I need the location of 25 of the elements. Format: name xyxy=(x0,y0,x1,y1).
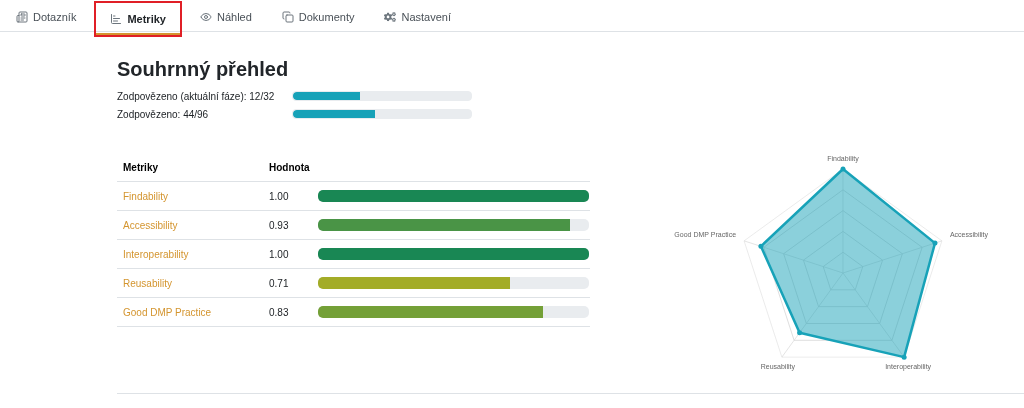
radar-point xyxy=(901,354,907,360)
metric-value: 0.83 xyxy=(269,306,289,318)
radar-point xyxy=(932,240,938,246)
metric-value: 1.00 xyxy=(269,190,289,202)
page-title: Souhrnný přehled xyxy=(117,58,289,81)
tab[interactable]: Metriky xyxy=(94,1,182,37)
tab[interactable]: Dotazník xyxy=(4,0,89,33)
copy-icon xyxy=(281,10,294,23)
metric-value: 0.93 xyxy=(269,219,289,231)
progress-label: Zodpovězeno (aktuální fáze): 12/32 xyxy=(117,90,276,102)
tab[interactable]: Dokumenty xyxy=(269,0,367,33)
eye-icon xyxy=(199,10,212,23)
newspaper-icon xyxy=(16,10,28,23)
metric-value: 1.00 xyxy=(269,248,289,260)
radar-point xyxy=(758,243,764,249)
column-header: Metriky xyxy=(123,161,159,173)
tab[interactable]: Nastavení xyxy=(372,0,463,33)
column-header: Hodnota xyxy=(269,161,311,173)
gears-icon xyxy=(384,10,397,23)
radar-point xyxy=(797,330,803,336)
radar-point xyxy=(840,166,846,172)
tab[interactable]: Náhled xyxy=(187,0,264,33)
bar-chart-icon xyxy=(110,13,123,25)
metric-value: 0.71 xyxy=(269,277,289,289)
progress-label: Zodpovězeno: 44/96 xyxy=(117,108,210,120)
